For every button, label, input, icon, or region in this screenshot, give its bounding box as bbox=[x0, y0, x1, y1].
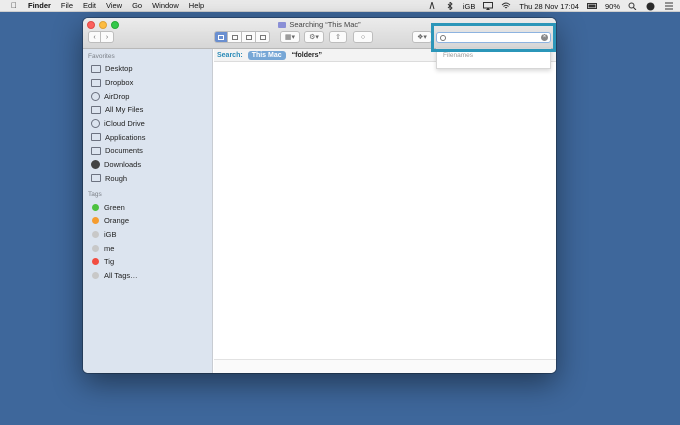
menu-finder[interactable]: Finder bbox=[28, 1, 51, 10]
column-view-button[interactable] bbox=[242, 31, 256, 43]
edit-tags-button[interactable]: ○ bbox=[353, 31, 373, 43]
tag-dot-icon bbox=[92, 230, 99, 238]
scope-this-mac-button[interactable]: This Mac bbox=[247, 50, 286, 60]
dropbox-button[interactable]: ❖▾ bbox=[412, 31, 432, 43]
menu-file[interactable]: File bbox=[61, 1, 73, 10]
favorites-heading: Favorites bbox=[88, 53, 115, 60]
chevron-left-icon: ‹ bbox=[93, 33, 96, 41]
sidebar-tag-igb[interactable]: iGB bbox=[83, 228, 212, 242]
battery-icon[interactable] bbox=[586, 2, 597, 10]
spotlight-icon[interactable] bbox=[628, 2, 638, 11]
airplay-icon[interactable] bbox=[483, 2, 494, 10]
dropbox-status-icon[interactable] bbox=[427, 1, 437, 10]
action-button[interactable]: ⚙▾ bbox=[304, 31, 324, 43]
sidebar-item-rough[interactable]: Rough bbox=[83, 172, 212, 186]
clear-search-icon[interactable]: × bbox=[541, 34, 548, 41]
battery-percent: 90% bbox=[604, 1, 620, 11]
sidebar-item-all-my-files[interactable]: All My Files bbox=[83, 103, 212, 117]
desktop-icon bbox=[91, 64, 101, 73]
all-files-icon bbox=[91, 105, 101, 114]
sidebar: Favorites Desktop Dropbox AirDrop All My… bbox=[83, 49, 213, 373]
tag-icon: ○ bbox=[360, 33, 366, 41]
gear-icon: ⚙▾ bbox=[309, 34, 319, 41]
scope-query-text[interactable]: “folders” bbox=[292, 52, 322, 59]
suggestion-filenames[interactable]: Filenames bbox=[443, 52, 473, 59]
tag-dot-icon bbox=[92, 217, 99, 225]
wifi-icon[interactable] bbox=[501, 2, 511, 10]
list-view-button[interactable] bbox=[228, 31, 242, 43]
cloud-icon bbox=[91, 119, 100, 129]
airdrop-icon bbox=[91, 91, 100, 101]
icon-view-button[interactable] bbox=[214, 31, 228, 43]
notification-center-icon[interactable] bbox=[664, 2, 674, 10]
menu-go[interactable]: Go bbox=[132, 1, 142, 10]
sidebar-item-applications[interactable]: Applications bbox=[83, 130, 212, 144]
documents-icon bbox=[91, 146, 101, 155]
icon-view-icon bbox=[218, 34, 224, 40]
forward-button[interactable]: › bbox=[101, 31, 114, 43]
folder-icon bbox=[91, 78, 101, 87]
tag-dot-icon bbox=[92, 271, 99, 279]
tag-dot-icon bbox=[92, 244, 99, 252]
downloads-icon bbox=[91, 160, 100, 170]
sidebar-item-downloads[interactable]: Downloads bbox=[83, 158, 212, 172]
menu-help[interactable]: Help bbox=[189, 1, 204, 10]
folder-icon bbox=[91, 174, 101, 183]
column-view-icon bbox=[245, 34, 252, 40]
sidebar-item-airdrop[interactable]: AirDrop bbox=[83, 89, 212, 103]
tags-heading: Tags bbox=[88, 191, 102, 199]
menu-edit[interactable]: Edit bbox=[83, 1, 96, 10]
dropbox-icon: ❖▾ bbox=[417, 34, 427, 41]
menu-view[interactable]: View bbox=[106, 1, 122, 10]
applications-icon bbox=[91, 133, 101, 142]
tag-dot-icon bbox=[92, 258, 99, 266]
search-icon bbox=[440, 34, 446, 41]
search-folder-icon bbox=[278, 22, 287, 29]
results-area[interactable] bbox=[214, 62, 556, 359]
bluetooth-icon[interactable] bbox=[445, 0, 455, 12]
search-scope-label: Search: bbox=[217, 51, 243, 59]
sidebar-item-icloud-drive[interactable]: iCloud Drive bbox=[83, 117, 212, 131]
sidebar-tag-green[interactable]: Green bbox=[83, 200, 212, 214]
sidebar-tag-me[interactable]: me bbox=[83, 241, 212, 255]
sidebar-tag-orange[interactable]: Orange bbox=[83, 214, 212, 228]
sidebar-all-tags[interactable]: All Tags… bbox=[83, 269, 212, 283]
share-icon: ⇧ bbox=[335, 34, 341, 41]
apple-menu-icon[interactable]:  bbox=[6, 1, 22, 10]
user-icon[interactable] bbox=[646, 2, 656, 11]
gallery-view-button[interactable] bbox=[256, 31, 270, 43]
view-mode-control bbox=[214, 31, 270, 43]
chevron-right-icon: › bbox=[105, 33, 109, 41]
share-button[interactable]: ⇧ bbox=[329, 31, 347, 43]
finder-window: Searching “This Mac” ‹ › ▦▾ ⚙▾ ⇧ ○ ❖▾ × … bbox=[83, 18, 556, 373]
menu-bar:  Finder File Edit View Go Window Help i… bbox=[0, 0, 680, 12]
arrange-button[interactable]: ▦▾ bbox=[280, 31, 300, 43]
clock[interactable]: Thu 28 Nov 17:04 bbox=[519, 2, 579, 11]
sidebar-item-documents[interactable]: Documents bbox=[83, 144, 212, 158]
sidebar-tag-tig[interactable]: Tig bbox=[83, 255, 212, 269]
gallery-view-icon bbox=[259, 34, 266, 40]
sidebar-item-dropbox[interactable]: Dropbox bbox=[83, 76, 212, 90]
status-text[interactable]: iGB bbox=[463, 2, 476, 11]
arrange-icon: ▦▾ bbox=[284, 34, 296, 41]
status-bar bbox=[214, 359, 556, 373]
list-view-icon bbox=[231, 34, 238, 40]
search-input[interactable]: × bbox=[436, 32, 551, 43]
back-button[interactable]: ‹ bbox=[88, 31, 101, 43]
menu-window[interactable]: Window bbox=[152, 1, 179, 10]
tag-dot-icon bbox=[92, 203, 99, 211]
sidebar-item-desktop[interactable]: Desktop bbox=[83, 62, 212, 76]
